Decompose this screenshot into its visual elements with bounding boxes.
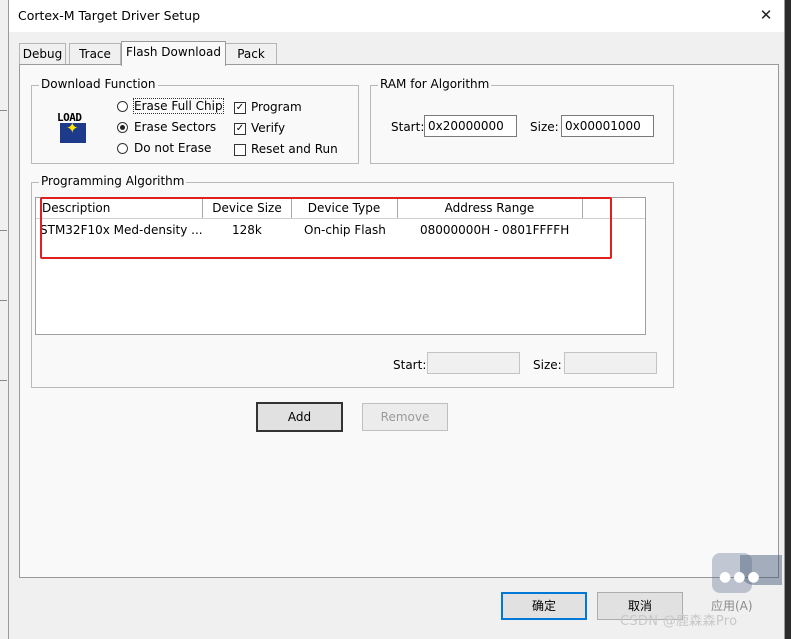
download-function-group: Download Function LOAD ✦ Erase Full Chip… [31,77,359,164]
programming-algorithm-label: Programming Algorithm [39,174,187,188]
algo-start-input[interactable] [427,352,520,374]
tab-pack[interactable]: Pack [225,43,277,65]
highlight-annotation [40,197,612,259]
download-function-label: Download Function [39,77,158,91]
checkbox-verify[interactable]: ✓ [234,123,246,135]
flash-download-panel: Download Function LOAD ✦ Erase Full Chip… [19,64,779,578]
ram-start-input[interactable]: 0x20000000 [424,115,517,137]
ok-button[interactable]: 确定 [501,592,587,620]
ram-for-algorithm-label: RAM for Algorithm [378,77,492,91]
remove-button[interactable]: Remove [362,403,448,431]
do-not-erase-label: Do not Erase [134,141,212,155]
background-mark [0,110,7,111]
reset-and-run-label: Reset and Run [251,142,338,156]
erase-full-chip-label: Erase Full Chip [133,98,224,114]
algo-size-input[interactable] [564,352,657,374]
add-button[interactable]: Add [256,402,343,432]
checkbox-reset-and-run[interactable] [234,144,246,156]
algo-size-label: Size: [533,358,562,372]
background-window-edge [0,0,8,639]
verify-label: Verify [251,121,286,135]
chat-icon[interactable]: ●●● [712,553,760,593]
radio-do-not-erase[interactable] [117,143,128,154]
window-title: Cortex-M Target Driver Setup [18,8,201,23]
algo-start-label: Start: [393,358,427,372]
tab-trace[interactable]: Trace [69,43,121,65]
tab-debug[interactable]: Debug [19,43,66,65]
radio-erase-full-chip[interactable] [117,101,128,112]
ram-for-algorithm-group: RAM for Algorithm Start: 0x20000000 Size… [370,77,674,164]
background-mark [0,230,7,231]
erase-sectors-label: Erase Sectors [134,120,217,134]
watermark: CSDN @鹿森森Pro [620,614,738,629]
checkbox-program[interactable]: ✓ [234,102,246,114]
background-mark [0,380,7,381]
close-icon[interactable]: ✕ [754,3,778,27]
load-icon: LOAD ✦ [57,111,89,145]
ram-size-input[interactable]: 0x00001000 [561,115,654,137]
ram-size-label: Size: [530,120,559,134]
tab-flash-download[interactable]: Flash Download [121,41,226,66]
radio-erase-sectors[interactable] [117,122,128,133]
title-bar: Cortex-M Target Driver Setup ✕ [9,0,784,32]
ram-start-label: Start: [391,120,425,134]
dialog-window: Cortex-M Target Driver Setup ✕ Debug Tra… [8,0,785,639]
program-label: Program [251,100,302,114]
background-mark [0,300,7,301]
